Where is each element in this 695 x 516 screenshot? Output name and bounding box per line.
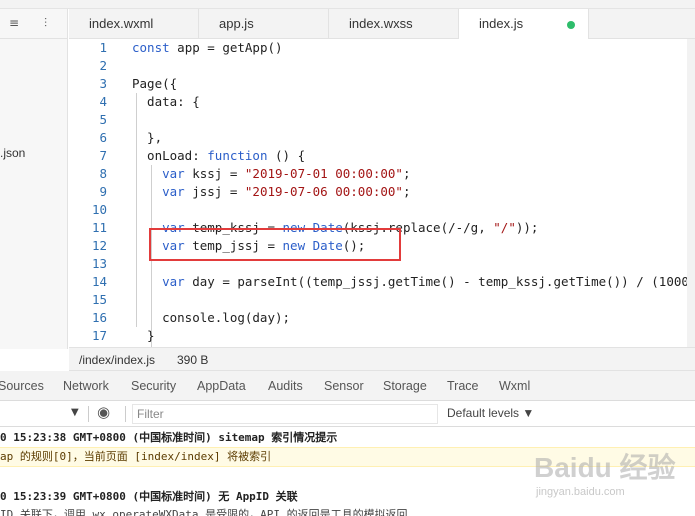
unsaved-dot-icon — [567, 21, 575, 29]
tab-label: index.wxml — [89, 16, 154, 31]
code-line-6: }, — [132, 130, 163, 145]
line-number: 4 — [99, 94, 107, 109]
line-number: 2 — [99, 58, 107, 73]
editor-tabs: index.wxml app.js index.wxss index.js — [69, 9, 695, 40]
code-line-17: } — [132, 328, 155, 343]
context-dropdown-icon[interactable]: ▼ — [71, 407, 79, 418]
toolbar-divider — [88, 406, 89, 422]
code-line-16: console.log(day); — [132, 310, 291, 325]
line-number: 6 — [99, 130, 107, 145]
line-number: 9 — [99, 184, 107, 199]
tab-label: index.js — [479, 16, 524, 31]
tab-label: index.wxss — [349, 16, 413, 31]
tab-label: app.js — [219, 16, 254, 31]
panel-toggle-icon[interactable]: ⫶ — [44, 16, 47, 31]
tab-index-wxml[interactable]: index.wxml — [69, 9, 199, 39]
file-size: 390 B — [177, 353, 209, 367]
tab-app-js[interactable]: app.js — [199, 9, 329, 39]
line-number-gutter: 1 2 3 4 5 6 7 8 9 10 11 12 13 14 15 16 1… — [69, 39, 117, 347]
watermark-text: Baidu 经验 — [534, 452, 676, 483]
baidu-watermark: Baidu 经验 jingyan.baidu.com — [534, 446, 684, 508]
console-filter-bar: ▼ ◉ Default levels ▼ — [0, 401, 695, 427]
devtab-trace[interactable]: Trace — [447, 379, 479, 393]
log-levels-dropdown[interactable]: Default levels ▼ — [447, 406, 534, 420]
line-number: 12 — [91, 238, 107, 253]
toolbar-divider — [125, 406, 126, 422]
code-area[interactable]: const app = getApp() Page({ data: { }, o… — [132, 39, 695, 347]
devtab-sources[interactable]: Sources — [0, 379, 44, 393]
line-number: 15 — [91, 292, 107, 307]
line-number: 5 — [99, 112, 107, 127]
window-top-strip — [0, 0, 695, 9]
console-filter-input[interactable] — [132, 404, 438, 424]
file-tree-panel: ≡ ⫶ .json — [0, 9, 68, 349]
line-number: 11 — [91, 220, 107, 235]
devtools-tabs: Sources Network Security AppData Audits … — [0, 371, 695, 401]
devtab-appdata[interactable]: AppData — [197, 379, 246, 393]
devtab-storage[interactable]: Storage — [383, 379, 427, 393]
devtab-audits[interactable]: Audits — [268, 379, 303, 393]
code-line-8: var kssj = "2019-07-01 00:00:00"; — [162, 166, 411, 181]
editor-status-bar: /index/index.js 390 B — [69, 347, 695, 371]
line-number: 16 — [91, 310, 107, 325]
code-line-3: Page({ — [132, 76, 178, 91]
code-line-9: var jssj = "2019-07-06 00:00:00"; — [162, 184, 411, 199]
editor-scrollbar[interactable] — [687, 39, 695, 347]
watermark-url: jingyan.baidu.com — [536, 486, 625, 498]
console-message: 0 15:23:38 GMT+0800 (中国标准时间) sitemap 索引情… — [0, 431, 338, 444]
file-tree-item-json[interactable]: .json — [0, 146, 25, 160]
tab-index-js[interactable]: index.js — [459, 9, 589, 40]
line-number: 17 — [91, 328, 107, 343]
line-number: 3 — [99, 76, 107, 91]
line-number: 1 — [99, 40, 107, 55]
devtab-sensor[interactable]: Sensor — [324, 379, 364, 393]
code-line-4: data: { — [132, 94, 200, 109]
code-line-1: const app = getApp() — [132, 40, 283, 55]
annotation-highlight-box — [149, 228, 401, 261]
tab-index-wxss[interactable]: index.wxss — [329, 9, 459, 39]
line-number: 10 — [91, 202, 107, 217]
list-indent-icon[interactable]: ≡ — [9, 16, 19, 30]
line-number: 8 — [99, 166, 107, 181]
file-path: /index/index.js — [79, 353, 156, 367]
line-number: 13 — [91, 256, 107, 271]
eye-icon[interactable]: ◉ — [97, 403, 110, 421]
line-number: 7 — [99, 148, 107, 163]
devtab-wxml[interactable]: Wxml — [499, 379, 530, 393]
file-tree-toolbar: ≡ ⫶ — [0, 9, 67, 39]
devtab-security[interactable]: Security — [131, 379, 176, 393]
code-line-7: onLoad: function () { — [132, 148, 306, 163]
code-line-14: var day = parseInt((temp_jssj.getTime() … — [162, 274, 689, 289]
code-editor[interactable]: 1 2 3 4 5 6 7 8 9 10 11 12 13 14 15 16 1… — [69, 39, 695, 347]
devtab-network[interactable]: Network — [63, 379, 109, 393]
line-number: 14 — [91, 274, 107, 289]
